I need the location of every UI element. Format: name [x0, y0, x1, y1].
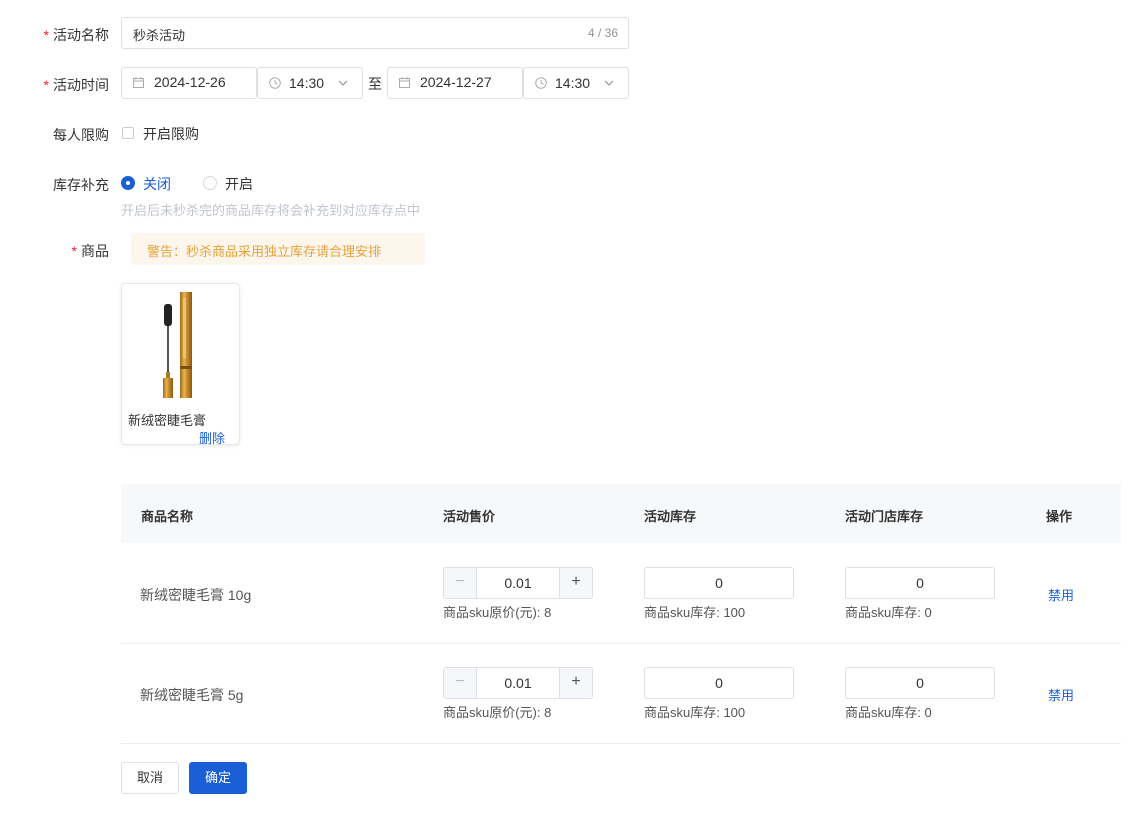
chevron-down-icon: [338, 80, 348, 86]
delete-product-link[interactable]: 删除: [199, 428, 225, 447]
activity-name-label-text: 活动名称: [53, 27, 109, 43]
stock-note: 商品sku库存: 100: [644, 705, 746, 720]
activity-time-label-text: 活动时间: [53, 77, 109, 93]
goods-label: * 商品: [72, 241, 109, 261]
row-product-name: 新绒密睫毛膏 5g: [140, 687, 244, 703]
start-date-picker[interactable]: 2024-12-26: [121, 67, 257, 99]
required-mark: *: [71, 243, 77, 259]
activity-name-input[interactable]: 秒杀活动 4 / 36: [121, 17, 629, 49]
header-activity-stock: 活动库存: [644, 509, 697, 524]
chevron-down-icon: [604, 80, 614, 86]
store-stock-input[interactable]: 0: [845, 567, 995, 599]
purchase-limit-label-text: 每人限购: [53, 127, 109, 143]
price-note: 商品sku原价(元): 8: [443, 605, 552, 620]
required-mark: *: [43, 27, 49, 43]
confirm-button[interactable]: 确定: [189, 762, 247, 794]
clock-icon: [269, 77, 281, 89]
price-value[interactable]: 0.01: [476, 575, 560, 591]
char-count: 4 / 36: [587, 26, 618, 40]
disable-link[interactable]: 禁用: [1048, 685, 1074, 704]
decrease-button[interactable]: −: [444, 668, 477, 698]
store-stock-note: 商品sku库存: 0: [845, 705, 932, 720]
cancel-button[interactable]: 取消: [121, 762, 179, 794]
stock-note: 商品sku库存: 100: [644, 605, 746, 620]
purchase-limit-checkbox-label[interactable]: 开启限购: [143, 124, 199, 144]
calendar-icon: [133, 77, 144, 88]
end-time-picker[interactable]: 14:30: [523, 67, 629, 99]
table-header: 商品名称 活动售价 活动库存 活动门店库存 操作: [121, 484, 1121, 543]
price-stepper[interactable]: − 0.01 +: [443, 567, 593, 599]
row-product-name: 新绒密睫毛膏 10g: [140, 587, 252, 603]
activity-time-label: * 活动时间: [44, 75, 109, 95]
header-store-stock: 活动门店库存: [845, 509, 924, 524]
price-value[interactable]: 0.01: [476, 675, 560, 691]
start-time-value: 14:30: [289, 75, 325, 91]
stock-replenish-label-text: 库存补充: [53, 177, 109, 193]
radio-off-label[interactable]: 关闭: [143, 174, 171, 194]
purchase-limit-checkbox[interactable]: [122, 127, 134, 139]
activity-stock-value: 0: [715, 575, 723, 591]
radio-on-label[interactable]: 开启: [225, 174, 253, 194]
activity-name-label: * 活动名称: [44, 25, 109, 45]
radio-off-option[interactable]: [121, 176, 135, 190]
header-activity-price: 活动售价: [443, 509, 496, 524]
price-note: 商品sku原价(元): 8: [443, 705, 552, 720]
warning-alert: 警告：秒杀商品采用独立库存请合理安排: [131, 233, 425, 265]
warning-text: 警告：秒杀商品采用独立库存请合理安排: [147, 244, 382, 259]
purchase-limit-label: 每人限购: [53, 125, 109, 145]
end-date-value: 2024-12-27: [420, 74, 492, 90]
header-action: 操作: [1046, 509, 1073, 524]
store-stock-value: 0: [916, 675, 924, 691]
goods-label-text: 商品: [81, 243, 109, 259]
header-product-name: 商品名称: [141, 509, 194, 524]
store-stock-note: 商品sku库存: 0: [845, 605, 932, 620]
activity-name-value: 秒杀活动: [133, 28, 186, 43]
store-stock-value: 0: [916, 575, 924, 591]
increase-button[interactable]: +: [559, 568, 592, 598]
activity-stock-input[interactable]: 0: [644, 567, 794, 599]
price-stepper[interactable]: − 0.01 +: [443, 667, 593, 699]
activity-stock-input[interactable]: 0: [644, 667, 794, 699]
time-separator: 至: [368, 76, 382, 92]
end-date-picker[interactable]: 2024-12-27: [387, 67, 523, 99]
store-stock-input[interactable]: 0: [845, 667, 995, 699]
mascara-image: [163, 292, 192, 398]
table-row: 新绒密睫毛膏 10g − 0.01 + 商品sku原价(元): 8 0 商品sk…: [121, 543, 1121, 644]
start-time-picker[interactable]: 14:30: [257, 67, 363, 99]
required-mark: *: [43, 77, 49, 93]
start-date-value: 2024-12-26: [154, 74, 226, 90]
activity-stock-value: 0: [715, 675, 723, 691]
clock-icon: [535, 77, 547, 89]
stock-replenish-label: 库存补充: [53, 175, 109, 195]
increase-button[interactable]: +: [559, 668, 592, 698]
end-time-value: 14:30: [555, 75, 591, 91]
radio-on-option[interactable]: [203, 176, 217, 190]
decrease-button[interactable]: −: [444, 568, 477, 598]
stock-replenish-help: 开启后未秒杀完的商品库存将会补充到对应库存点中: [121, 203, 421, 218]
product-card-name: 新绒密睫毛膏: [128, 413, 207, 428]
disable-link[interactable]: 禁用: [1048, 585, 1074, 604]
product-card: 新绒密睫毛膏 删除: [121, 283, 240, 447]
table-row: 新绒密睫毛膏 5g − 0.01 + 商品sku原价(元): 8 0 商品sku…: [121, 643, 1121, 744]
calendar-icon: [399, 77, 410, 88]
